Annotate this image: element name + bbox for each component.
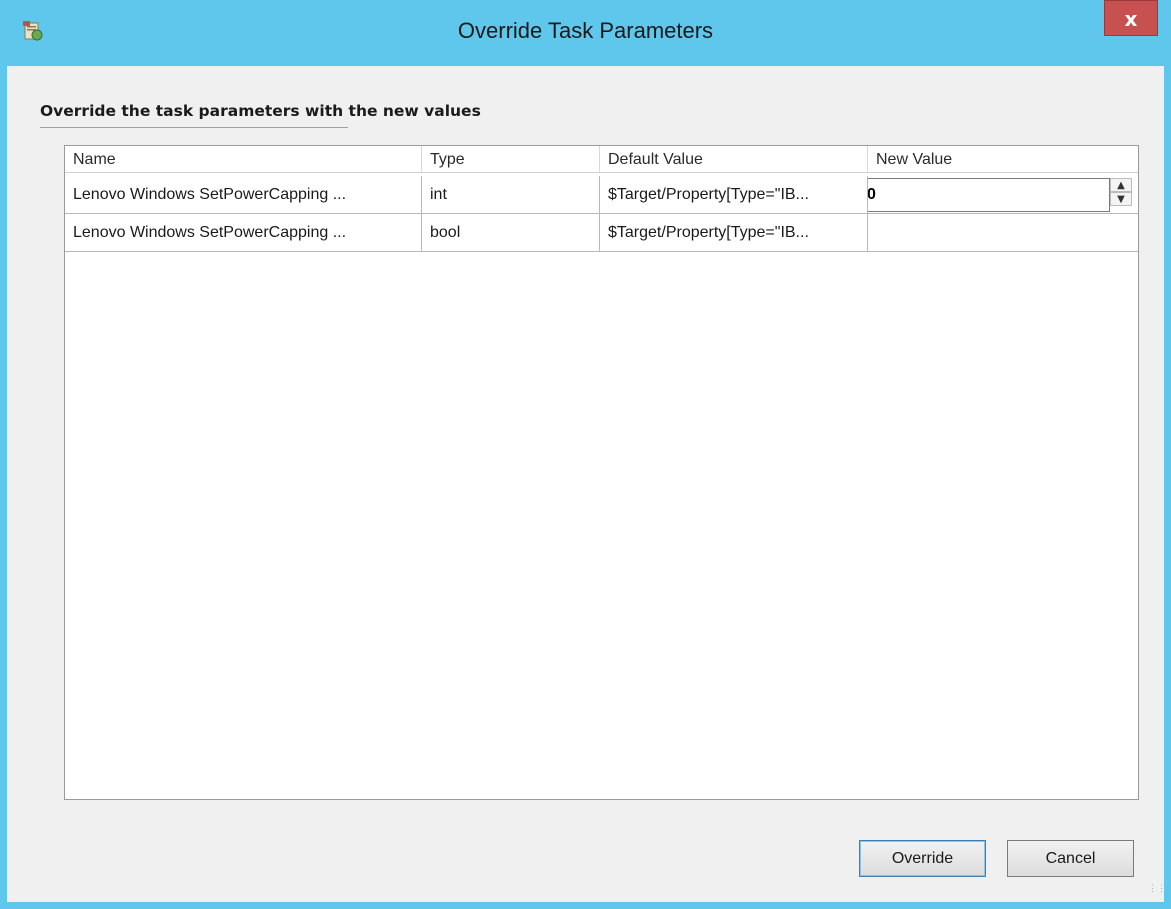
table-row[interactable]: Lenovo Windows SetPowerCapping ... int $… xyxy=(65,176,1138,214)
new-value-input[interactable]: 0 xyxy=(868,179,876,211)
cell-type: bool xyxy=(422,214,600,252)
column-header-name[interactable]: Name xyxy=(65,146,422,173)
parameters-grid[interactable]: Name Type Default Value New Value Lenovo… xyxy=(64,145,1139,800)
chevron-down-icon[interactable]: ▼ xyxy=(1110,192,1132,206)
cancel-button[interactable]: Cancel xyxy=(1007,840,1134,877)
cell-name: Lenovo Windows SetPowerCapping ... xyxy=(65,176,422,214)
dialog-body: Override the task parameters with the ne… xyxy=(7,66,1166,902)
cell-new-value[interactable]: 0 ▲ ▼ xyxy=(868,176,1138,214)
cell-new-value[interactable] xyxy=(868,214,1138,252)
table-row[interactable]: Lenovo Windows SetPowerCapping ... bool … xyxy=(65,214,1138,252)
window-title: Override Task Parameters xyxy=(457,18,714,43)
column-header-type[interactable]: Type xyxy=(422,146,600,173)
chevron-up-icon[interactable]: ▲ xyxy=(1110,178,1132,192)
new-value-stepper[interactable]: 0 xyxy=(868,178,1110,212)
section-heading: Override the task parameters with the ne… xyxy=(40,102,481,120)
override-button[interactable]: Override xyxy=(859,840,986,877)
column-header-new-value[interactable]: New Value xyxy=(868,146,1138,173)
resize-grip-icon[interactable]: ⋮⋮ xyxy=(1148,885,1166,898)
cell-default-value: $Target/Property[Type="IB... xyxy=(600,176,868,214)
cell-default-value: $Target/Property[Type="IB... xyxy=(600,214,868,252)
cell-type: int xyxy=(422,176,600,214)
close-button[interactable]: x xyxy=(1104,0,1158,36)
title-bar: Override Task Parameters x xyxy=(0,0,1171,66)
cell-name: Lenovo Windows SetPowerCapping ... xyxy=(65,214,422,252)
column-header-default-value[interactable]: Default Value xyxy=(600,146,868,173)
stepper-arrows[interactable]: ▲ ▼ xyxy=(1110,178,1132,206)
heading-divider xyxy=(40,127,348,128)
